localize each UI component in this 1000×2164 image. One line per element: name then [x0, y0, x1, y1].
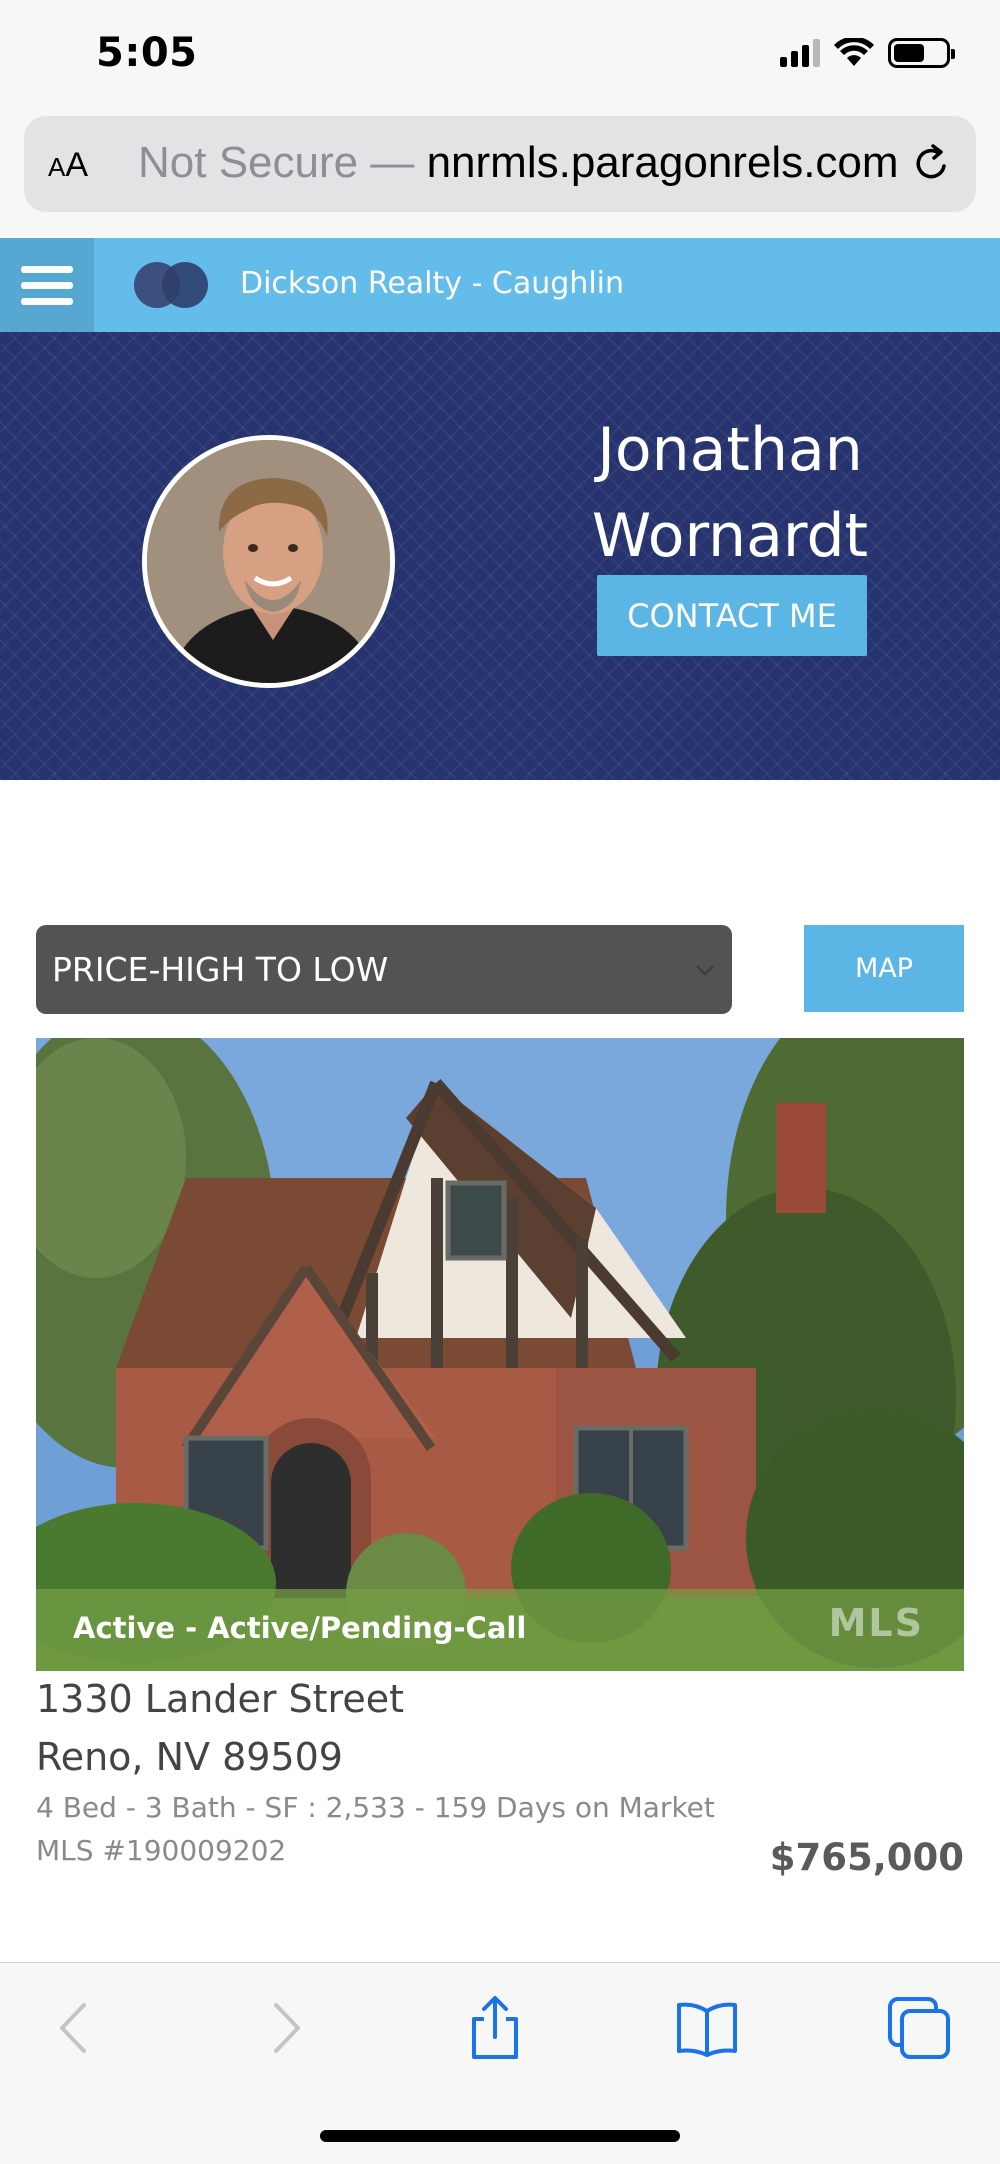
listing-mls-number: MLS #190009202: [36, 1834, 287, 1867]
agent-avatar: [142, 435, 395, 688]
reload-icon[interactable]: [910, 142, 954, 186]
agent-name: Jonathan Wornardt: [591, 415, 869, 571]
share-icon[interactable]: [460, 1993, 530, 2063]
listing-status-bar: Active - Active/Pending-Call MLS: [36, 1589, 964, 1671]
bookmarks-icon[interactable]: [672, 1993, 742, 2063]
mls-watermark: MLS: [828, 1601, 924, 1645]
cellular-signal-icon: [780, 39, 820, 67]
forward-icon[interactable]: [250, 1993, 320, 2063]
listing-address-line1[interactable]: 1330 Lander Street: [36, 1677, 404, 1721]
agent-hero: Jonathan Wornardt CONTACT ME: [0, 332, 1000, 780]
address-bar[interactable]: AA Not Secure — nnrmls.paragonrels.com: [24, 116, 976, 212]
status-bar: 5:05: [0, 0, 1000, 110]
brand-logo: [134, 260, 214, 310]
sort-select[interactable]: PRICE-HIGH TO LOW: [36, 925, 732, 1014]
listing-address-line2: Reno, NV 89509: [36, 1735, 343, 1779]
brand-bar: Dickson Realty - Caughlin: [0, 238, 1000, 332]
map-button[interactable]: MAP: [804, 925, 964, 1012]
sort-value: PRICE-HIGH TO LOW: [52, 950, 389, 989]
text-size-button[interactable]: AA: [48, 146, 88, 185]
battery-icon: [888, 38, 955, 68]
status-icons: [780, 38, 955, 68]
security-label: Not Secure —: [138, 138, 415, 187]
listing-photo[interactable]: Active - Active/Pending-Call MLS: [36, 1038, 964, 1671]
contact-me-button[interactable]: CONTACT ME: [597, 575, 867, 656]
chevron-down-icon: [696, 965, 714, 976]
url-domain: nnrmls.paragonrels.com: [426, 138, 899, 187]
browser-chrome: AA Not Secure — nnrmls.paragonrels.com: [0, 110, 1000, 238]
brand-name: Dickson Realty - Caughlin: [240, 266, 625, 301]
listing-price: $765,000: [769, 1836, 964, 1879]
listing-status: Active - Active/Pending-Call: [73, 1611, 527, 1645]
hamburger-menu-icon[interactable]: [0, 238, 94, 332]
wifi-icon: [834, 38, 874, 66]
status-time: 5:05: [96, 30, 198, 76]
house-image: [36, 1038, 964, 1671]
tabs-icon[interactable]: [884, 1993, 954, 2063]
back-icon[interactable]: [40, 1993, 110, 2063]
home-indicator: [320, 2130, 680, 2142]
listing-details: 4 Bed - 3 Bath - SF : 2,533 - 159 Days o…: [36, 1791, 715, 1824]
url-text[interactable]: Not Secure — nnrmls.paragonrels.com: [138, 138, 908, 188]
